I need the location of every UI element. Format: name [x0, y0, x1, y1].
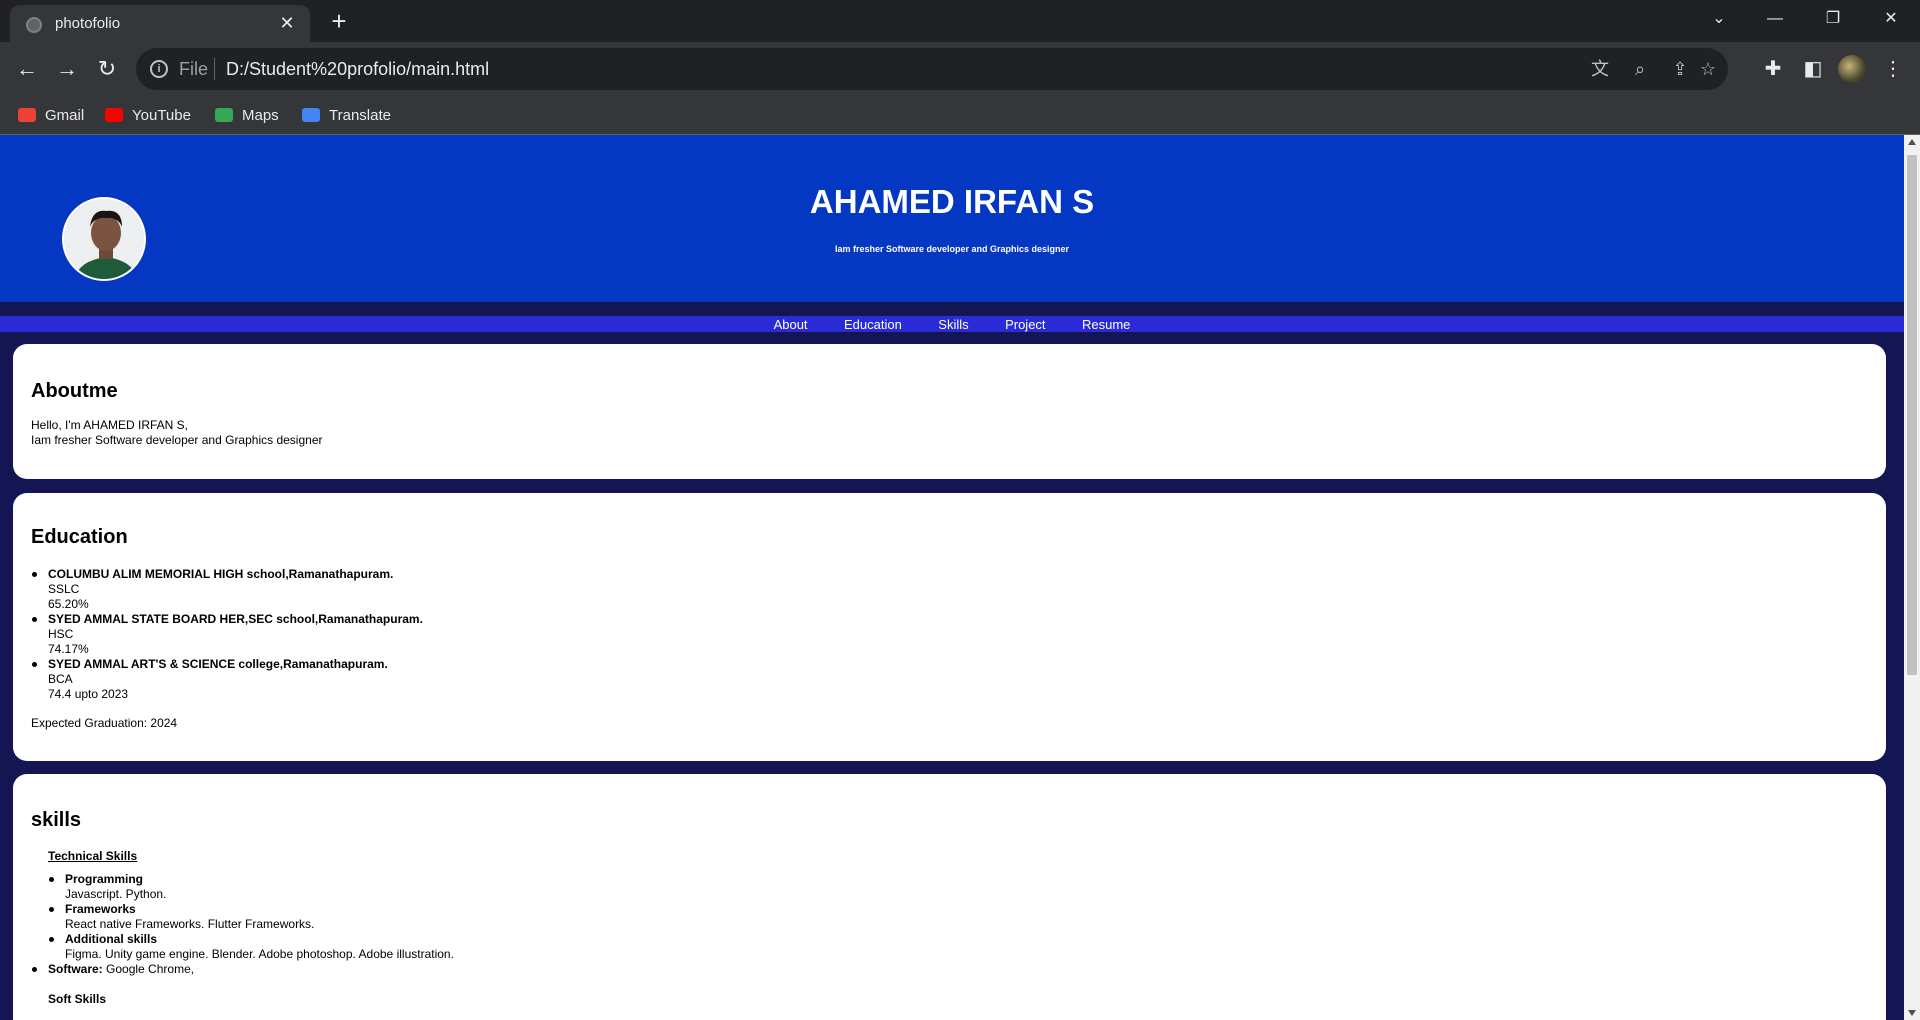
translate-icon	[302, 108, 320, 122]
list-bullet	[32, 662, 37, 667]
about-heading: Aboutme	[31, 380, 118, 402]
gmail-icon	[18, 108, 36, 122]
about-card: Aboutme Hello, I'm AHAMED IRFAN S, Iam f…	[13, 344, 1886, 479]
education-score: 65.20%	[48, 597, 89, 611]
address-bar[interactable]: i File D:/Student%20profolio/main.html 文…	[136, 48, 1728, 90]
translate-icon[interactable]: 文	[1588, 57, 1612, 81]
bookmark-label: Gmail	[45, 107, 85, 124]
back-icon[interactable]: ←	[12, 54, 42, 84]
browser-toolbar: ← → ↻ i File D:/Student%20profolio/main.…	[0, 42, 1920, 97]
education-school: SYED AMMAL ART'S & SCIENCE college,Raman…	[48, 657, 388, 671]
minimize-icon[interactable]: —	[1750, 0, 1800, 40]
about-line-1: Hello, I'm AHAMED IRFAN S,	[31, 418, 188, 432]
share-icon[interactable]: ⇪	[1668, 57, 1692, 81]
site-nav: About Education Skills Project Resume	[0, 316, 1904, 332]
globe-icon	[26, 17, 42, 33]
software-value: Google Chrome,	[106, 962, 195, 976]
skill-detail: React native Frameworks. Flutter Framewo…	[65, 917, 315, 931]
nav-about[interactable]: About	[774, 317, 808, 333]
education-school: SYED AMMAL STATE BOARD HER,SEC school,Ra…	[48, 612, 423, 626]
education-score: 74.17%	[48, 642, 89, 656]
hero-header: AHAMED IRFAN S Iam fresher Software deve…	[0, 135, 1904, 302]
tab-title: photofolio	[55, 15, 121, 32]
tab-strip: photofolio ✕ + ⌄ — ❐ ✕	[0, 0, 1920, 42]
education-heading: Education	[31, 526, 128, 548]
education-course: HSC	[48, 627, 74, 641]
list-bullet	[32, 572, 37, 577]
skill-detail: Figma. Unity game engine. Blender. Adobe…	[65, 947, 454, 961]
list-bullet	[49, 937, 54, 942]
bookmark-translate[interactable]: Translate	[302, 104, 391, 128]
extensions-icon[interactable]: ✚	[1758, 54, 1788, 84]
forward-icon[interactable]: →	[52, 54, 82, 84]
skills-heading: skills	[31, 809, 82, 831]
software-label: Software:	[48, 962, 103, 976]
bookmark-label: Translate	[329, 107, 391, 124]
bookmark-gmail[interactable]: Gmail	[18, 104, 84, 128]
close-icon[interactable]: ✕	[276, 12, 298, 34]
scroll-down-arrow-icon[interactable]	[1908, 1010, 1916, 1016]
education-course: SSLC	[48, 582, 80, 596]
new-tab-button[interactable]: +	[324, 6, 354, 36]
skills-card: skills Technical Skills Programming Java…	[13, 774, 1886, 1020]
list-bullet	[49, 877, 54, 882]
skill-detail: Javascript. Python.	[65, 887, 167, 901]
skill-title: Programming	[65, 872, 144, 886]
url-divider	[214, 58, 215, 80]
youtube-icon	[105, 108, 123, 122]
skill-title: Frameworks	[65, 902, 136, 916]
nav-education[interactable]: Education	[844, 317, 902, 333]
list-bullet	[32, 617, 37, 622]
reload-icon[interactable]: ↻	[92, 54, 122, 84]
active-tab[interactable]: photofolio ✕	[10, 5, 310, 42]
side-panel-icon[interactable]: ◧	[1798, 54, 1828, 84]
expected-graduation: Expected Graduation: 2024	[31, 716, 178, 730]
software-line: Software: Google Chrome,	[48, 962, 194, 977]
info-icon[interactable]: i	[150, 60, 168, 78]
bookmark-maps[interactable]: Maps	[215, 104, 279, 128]
menu-kebab-icon[interactable]: ⋮	[1878, 54, 1908, 84]
window-close-icon[interactable]: ✕	[1866, 0, 1916, 40]
hero-tagline: Iam fresher Software developer and Graph…	[834, 244, 1070, 254]
scrollbar-thumb[interactable]	[1907, 155, 1917, 675]
education-card: Education COLUMBU ALIM MEMORIAL HIGH sch…	[13, 493, 1886, 761]
skill-title: Additional skills	[65, 932, 158, 946]
profile-avatar[interactable]	[1838, 55, 1866, 83]
page-title: AHAMED IRFAN S	[809, 183, 1095, 220]
education-school: COLUMBU ALIM MEMORIAL HIGH school,Ramana…	[48, 567, 394, 581]
bookmark-youtube[interactable]: YouTube	[105, 104, 191, 128]
restore-icon[interactable]: ❐	[1808, 0, 1858, 40]
nav-project[interactable]: Project	[1005, 317, 1045, 333]
bookmark-star-icon[interactable]: ☆	[1696, 57, 1720, 81]
url-scheme: File	[179, 59, 209, 79]
about-line-2: Iam fresher Software developer and Graph…	[31, 433, 323, 447]
bookmarks-bar: Gmail YouTube Maps Translate	[0, 97, 1920, 135]
scroll-up-arrow-icon[interactable]	[1908, 139, 1916, 145]
page-scrollbar[interactable]	[1904, 135, 1920, 1020]
url-text[interactable]: D:/Student%20profolio/main.html	[226, 59, 489, 80]
list-bullet	[49, 907, 54, 912]
technical-skills-heading: Technical Skills	[48, 849, 138, 863]
bookmark-label: YouTube	[132, 107, 191, 124]
soft-skills-heading: Soft Skills	[48, 992, 107, 1006]
tab-search-icon[interactable]: ⌄	[1694, 0, 1744, 40]
maps-icon	[215, 108, 233, 122]
nav-skills[interactable]: Skills	[938, 317, 968, 333]
bookmark-label: Maps	[242, 107, 279, 124]
zoom-icon[interactable]: ⌕	[1628, 57, 1652, 81]
education-score: 74.4 upto 2023	[48, 687, 129, 701]
education-course: BCA	[48, 672, 73, 686]
list-bullet	[32, 967, 37, 972]
page-viewport: AHAMED IRFAN S Iam fresher Software deve…	[0, 135, 1904, 1020]
nav-resume[interactable]: Resume	[1082, 317, 1130, 333]
